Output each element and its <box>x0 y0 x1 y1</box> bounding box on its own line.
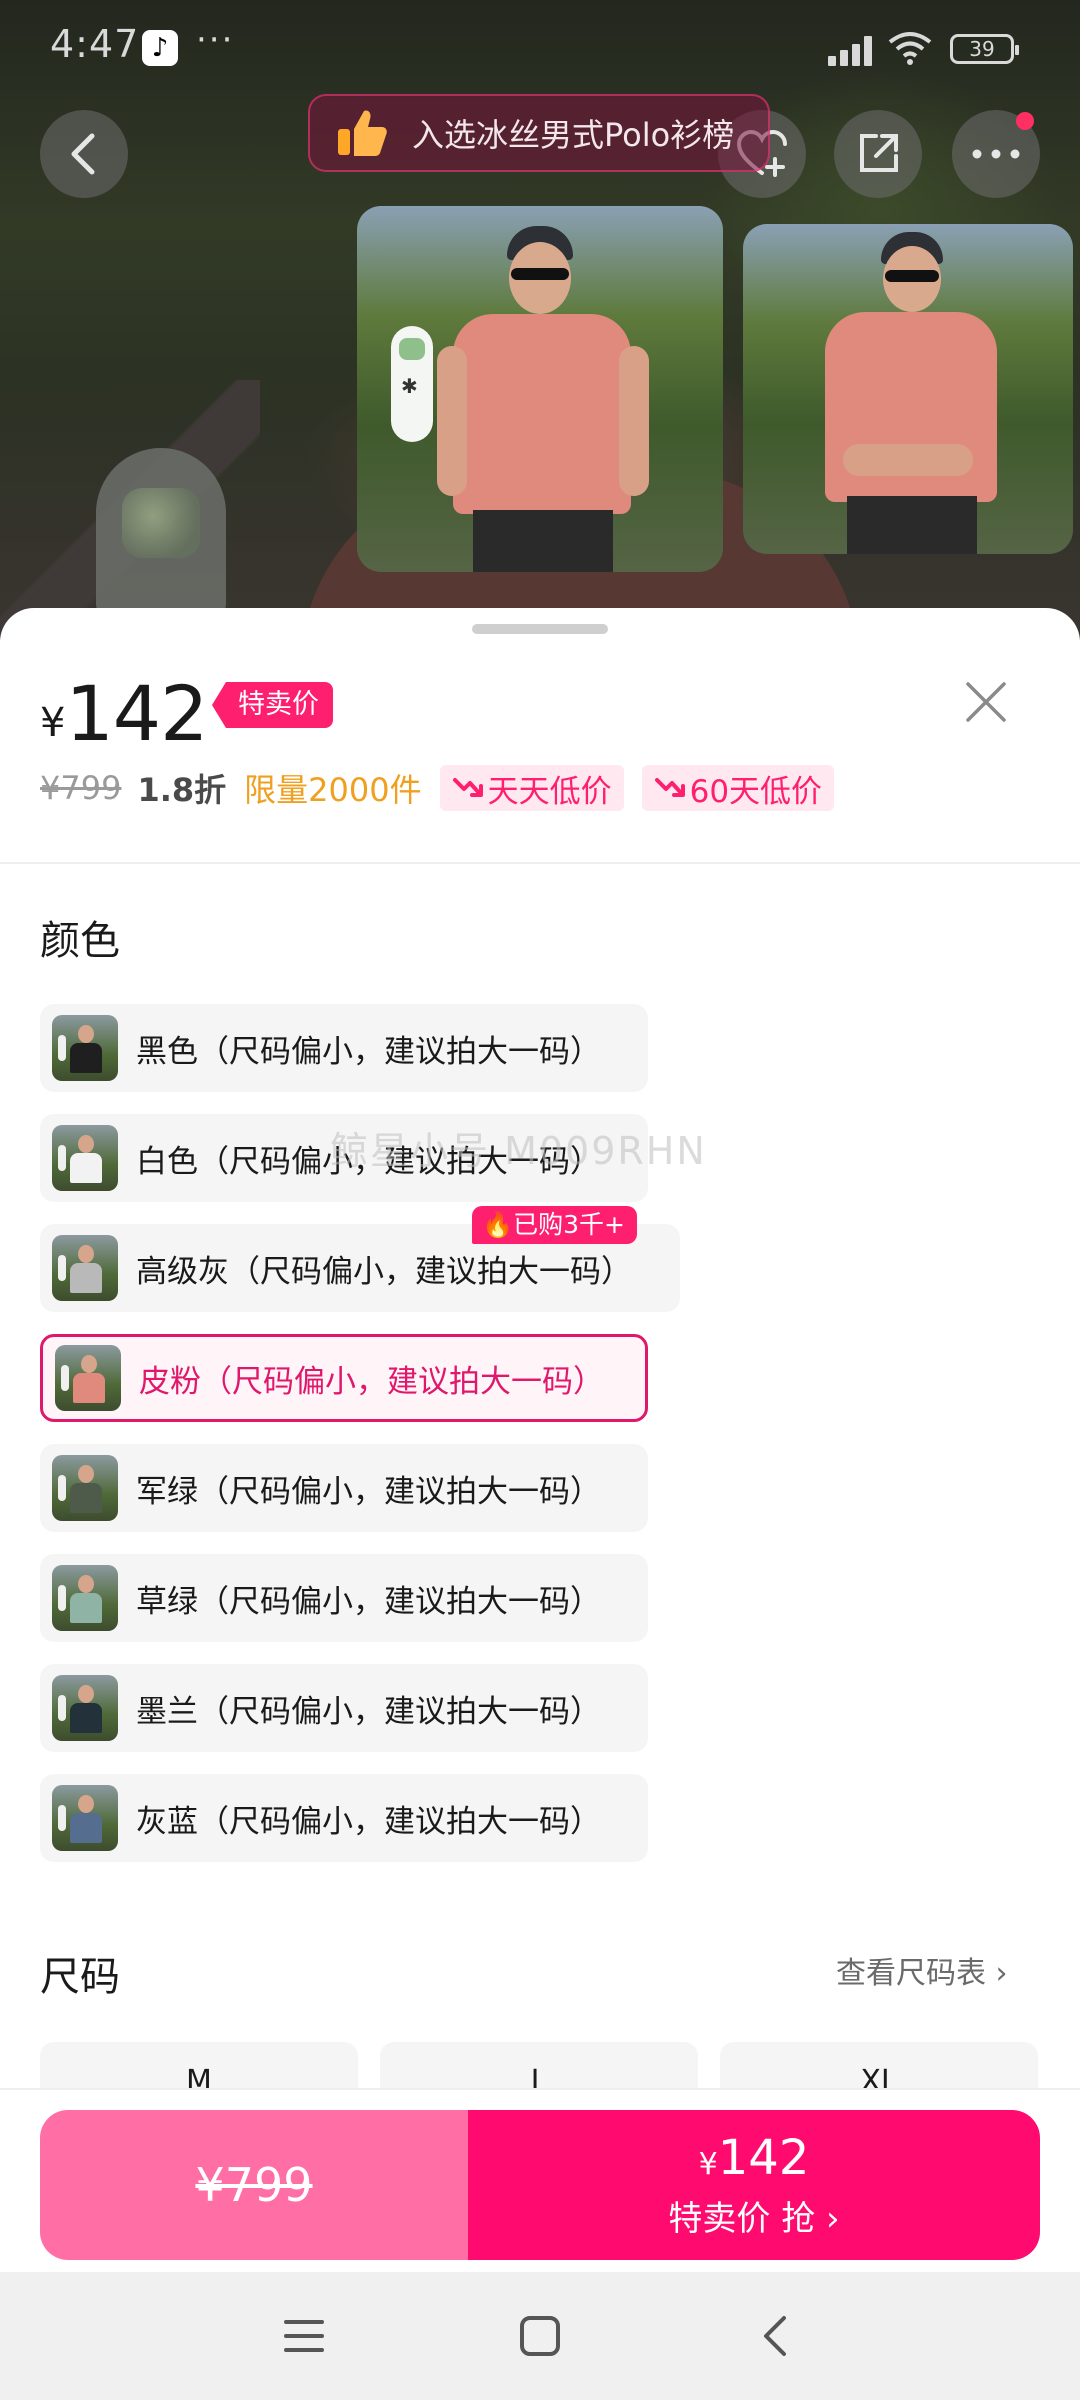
watermark-text: 鲸星小号 M009RHN <box>330 1129 707 1173</box>
color-option-gray-blue[interactable]: 灰蓝（尺码偏小，建议拍大一码） <box>40 1774 648 1862</box>
product-spec-screen: 4:47 ♪ ··· 39 入选冰丝男式Polo衫榜 ✱ ¥ 142 特卖价 ¥… <box>0 0 1080 2400</box>
share-icon <box>860 134 898 172</box>
trend-down-icon <box>654 778 685 797</box>
color-thumbnail <box>55 1345 121 1411</box>
color-option-label: 黑色（尺码偏小，建议拍大一码） <box>136 1033 601 1070</box>
section-divider <box>0 862 1080 864</box>
special-price-buy-button[interactable]: ¥142 特卖价 抢 › <box>468 2110 1040 2260</box>
daily-low-price-text: 天天低价 <box>487 773 612 810</box>
thumbs-up-icon <box>338 110 387 156</box>
signal-icon <box>828 34 880 66</box>
color-option-grass-green[interactable]: 草绿（尺码偏小，建议拍大一码） <box>40 1554 648 1642</box>
background-tag-badge <box>96 448 226 618</box>
system-nav-bar <box>0 2272 1080 2400</box>
sheet-drag-handle[interactable] <box>472 624 608 634</box>
color-option-army-green[interactable]: 军绿（尺码偏小，建议拍大一码） <box>40 1444 648 1532</box>
current-price: ¥ 142 <box>40 669 209 758</box>
size-section-title: 尺码 <box>40 1954 120 2000</box>
original-price: ¥799 <box>40 769 122 807</box>
special-price-tag: 特卖价 <box>212 682 333 728</box>
color-option-skin-pink[interactable]: 皮粉（尺码偏小，建议拍大一码） <box>40 1334 648 1422</box>
battery-icon: 39 <box>950 34 1019 64</box>
product-image-1[interactable] <box>357 206 723 572</box>
more-dots-icon <box>972 149 1020 159</box>
color-option-label: 军绿（尺码偏小，建议拍大一码） <box>136 1473 601 1510</box>
color-thumbnail <box>52 1015 118 1081</box>
status-bar: 4:47 ♪ ··· 39 <box>0 0 1080 96</box>
color-thumbnail <box>52 1565 118 1631</box>
notification-dots: ··· <box>196 20 235 60</box>
color-section-title: 颜色 <box>40 918 120 964</box>
color-option-label: 高级灰（尺码偏小，建议拍大一码） <box>136 1253 632 1290</box>
color-option-ink-blue[interactable]: 墨兰（尺码偏小，建议拍大一码） <box>40 1664 648 1752</box>
color-thumbnail <box>52 1235 118 1301</box>
color-thumbnail <box>52 1785 118 1851</box>
purchase-bar: ¥799 ¥142 特卖价 抢 › <box>0 2088 1080 2272</box>
color-option-black[interactable]: 黑色（尺码偏小，建议拍大一码） <box>40 1004 648 1092</box>
color-thumbnail <box>52 1675 118 1741</box>
rank-banner-text: 入选冰丝男式Polo衫榜 <box>412 116 735 154</box>
chevron-left-icon <box>71 133 95 175</box>
rank-banner[interactable]: 入选冰丝男式Polo衫榜 <box>308 94 770 172</box>
back-button[interactable] <box>40 110 128 198</box>
original-price-buy-button[interactable]: ¥799 <box>40 2110 468 2260</box>
home-icon[interactable] <box>510 2306 570 2366</box>
hot-sales-badge: 🔥已购3千+ <box>472 1206 637 1244</box>
tiktok-icon: ♪ <box>142 30 178 66</box>
special-buy-label: 特卖价 抢 › <box>668 2198 840 2239</box>
wifi-icon <box>888 32 932 65</box>
hot-sales-text: 已购3千+ <box>513 1210 625 1239</box>
product-image-2[interactable] <box>743 224 1073 554</box>
purchase-button-group: ¥799 ¥142 特卖价 抢 › <box>40 2110 1040 2260</box>
sixty-day-low-price-text: 60天低价 <box>689 773 823 810</box>
color-thumbnail <box>52 1455 118 1521</box>
color-option-label: 灰蓝（尺码偏小，建议拍大一码） <box>136 1803 601 1840</box>
notification-dot <box>1016 112 1034 130</box>
sixty-day-low-price-pill: 60天低价 <box>641 765 835 811</box>
back-nav-icon[interactable] <box>746 2306 806 2366</box>
price-value: 142 <box>65 669 208 758</box>
special-buy-currency: ¥ <box>698 2146 718 2182</box>
fire-icon: 🔥 <box>482 1210 514 1239</box>
color-option-label: 皮粉（尺码偏小，建议拍大一码） <box>139 1363 604 1400</box>
special-buy-price: ¥142 <box>699 2130 810 2193</box>
share-button[interactable] <box>834 110 922 198</box>
size-chart-link[interactable]: 查看尺码表 › <box>836 1948 1008 1992</box>
cooling-tag-badge <box>391 326 433 442</box>
color-thumbnail <box>52 1125 118 1191</box>
close-icon[interactable] <box>962 678 1010 726</box>
trend-down-icon <box>452 778 483 797</box>
color-option-label: 墨兰（尺码偏小，建议拍大一码） <box>136 1693 601 1730</box>
status-time: 4:47 <box>50 22 140 66</box>
price-currency: ¥ <box>40 700 66 746</box>
menu-icon[interactable] <box>274 2306 334 2366</box>
price-info-row: ¥799 1.8折 限量2000件 天天低价 60天低价 <box>40 764 835 812</box>
limited-quantity: 限量2000件 <box>244 771 422 809</box>
daily-low-price-pill: 天天低价 <box>439 765 624 811</box>
special-buy-amount: 142 <box>717 2129 810 2186</box>
discount-label: 1.8折 <box>137 771 227 809</box>
color-option-label: 草绿（尺码偏小，建议拍大一码） <box>136 1583 601 1620</box>
